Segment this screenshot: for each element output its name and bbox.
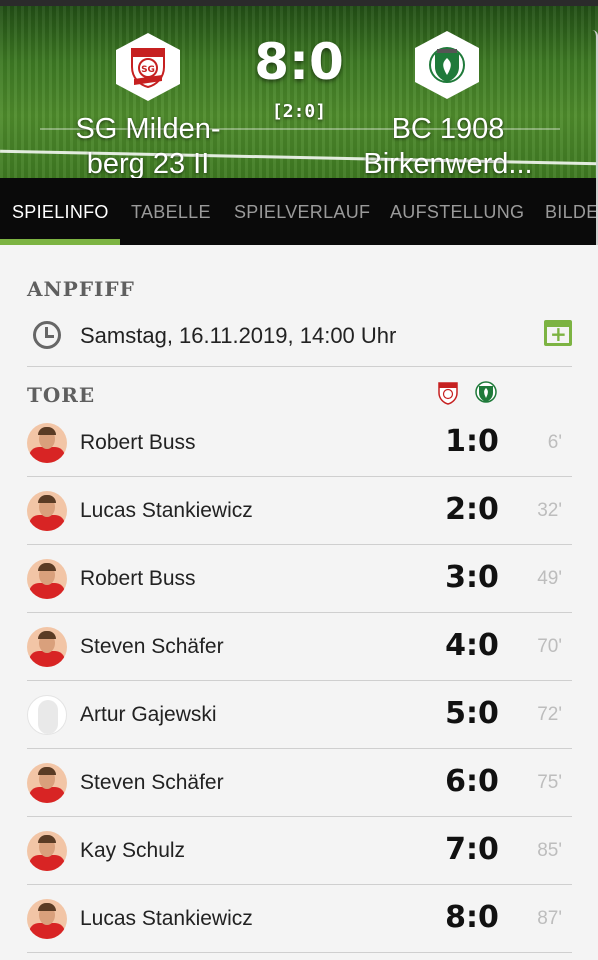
goal-minute: 85' xyxy=(537,840,562,861)
calendar-add-icon[interactable] xyxy=(544,320,572,346)
goal-row[interactable]: Robert Buss 3:0 49' xyxy=(27,545,572,613)
player-avatar[interactable] xyxy=(27,559,67,599)
goal-scorer-name[interactable]: Steven Schäfer xyxy=(80,771,224,795)
goal-running-score: 6:0 xyxy=(445,764,499,799)
status-bar xyxy=(0,0,598,6)
home-team-name-line1: SG Milden- xyxy=(75,113,221,145)
scroll-edge xyxy=(590,30,598,258)
tab-aufstellung[interactable]: AUFSTELLUNG xyxy=(390,202,524,223)
goal-row[interactable]: Kay Schulz 7:0 85' xyxy=(27,817,572,885)
goal-scorer-name[interactable]: Steven Schäfer xyxy=(80,635,224,659)
goal-row[interactable]: Robert Buss 1:0 6' xyxy=(27,409,572,477)
player-avatar[interactable] xyxy=(27,763,67,803)
goals-section-title: TORE xyxy=(27,383,96,407)
sg-mildenberg-crest-icon: SG xyxy=(131,48,165,89)
player-avatar[interactable] xyxy=(27,423,67,463)
goal-row[interactable]: Steven Schäfer 6:0 75' xyxy=(27,749,572,817)
away-team-mini-crest-icon xyxy=(475,381,497,403)
tab-spielverlauf[interactable]: SPIELVERLAUF xyxy=(234,202,370,223)
goal-minute: 87' xyxy=(537,908,562,929)
match-info-content: ANPFIFF Samstag, 16.11.2019, 14:00 Uhr T… xyxy=(0,245,598,960)
goal-scorer-name[interactable]: Robert Buss xyxy=(80,567,196,591)
home-team-mini-crest-icon xyxy=(438,382,458,405)
goal-scorer-name[interactable]: Lucas Stankiewicz xyxy=(80,499,253,523)
clock-icon xyxy=(33,321,61,349)
away-team-crest[interactable] xyxy=(415,31,479,99)
away-team-name-line2: Birkenwerd... xyxy=(363,148,533,178)
goal-row[interactable]: Lucas Stankiewicz 2:0 32' xyxy=(27,477,572,545)
goal-minute: 75' xyxy=(537,772,562,793)
goal-minute: 49' xyxy=(537,568,562,589)
svg-text:SG: SG xyxy=(141,65,155,75)
goal-running-score: 5:0 xyxy=(445,696,499,731)
goal-running-score: 2:0 xyxy=(445,492,499,527)
halftime-score: [2:0] xyxy=(271,101,327,122)
away-team-name[interactable]: BC 1908 Birkenwerd... xyxy=(358,112,538,178)
away-team-name-line1: BC 1908 xyxy=(391,113,505,145)
player-avatar[interactable] xyxy=(27,899,67,939)
player-avatar[interactable] xyxy=(27,831,67,871)
goal-running-score: 3:0 xyxy=(445,560,499,595)
goal-scorer-name[interactable]: Lucas Stankiewicz xyxy=(80,907,253,931)
kickoff-datetime: Samstag, 16.11.2019, 14:00 Uhr xyxy=(80,323,397,348)
player-avatar[interactable] xyxy=(27,627,67,667)
tab-bar: SPIELINFO TABELLE SPIELVERLAUF AUFSTELLU… xyxy=(0,178,598,245)
goal-row[interactable]: Artur Gajewski 5:0 72' xyxy=(27,681,572,749)
kickoff-section-title: ANPFIFF xyxy=(27,277,135,301)
match-header: SG SG Milden- berg 23 II 8:0 [2:0] BC 19… xyxy=(0,0,598,178)
home-team-name-line2: berg 23 II xyxy=(86,148,210,178)
goal-scorer-name[interactable]: Kay Schulz xyxy=(80,839,185,863)
player-avatar[interactable] xyxy=(27,695,67,735)
goal-minute: 6' xyxy=(547,432,562,453)
goal-row[interactable]: Lucas Stankiewicz 8:0 87' xyxy=(27,885,572,953)
goal-minute: 72' xyxy=(537,704,562,725)
kickoff-row: Samstag, 16.11.2019, 14:00 Uhr xyxy=(27,307,572,367)
goal-minute: 32' xyxy=(537,500,562,521)
player-avatar[interactable] xyxy=(27,491,67,531)
goal-row[interactable]: Steven Schäfer 4:0 70' xyxy=(27,613,572,681)
home-team-name[interactable]: SG Milden- berg 23 II xyxy=(58,112,238,178)
goal-running-score: 7:0 xyxy=(445,832,499,867)
tab-spielinfo[interactable]: SPIELINFO xyxy=(12,202,109,223)
goal-scorer-name[interactable]: Robert Buss xyxy=(80,431,196,455)
home-team-crest[interactable]: SG xyxy=(116,33,180,101)
goal-minute: 70' xyxy=(537,636,562,657)
tab-tabelle[interactable]: TABELLE xyxy=(131,202,211,223)
goal-running-score: 4:0 xyxy=(445,628,499,663)
goal-running-score: 8:0 xyxy=(445,900,499,935)
match-score: 8:0 xyxy=(254,33,344,91)
bc-1908-birkenwerder-crest-icon xyxy=(429,47,465,83)
goal-running-score: 1:0 xyxy=(445,424,499,459)
goal-scorer-name[interactable]: Artur Gajewski xyxy=(80,703,217,727)
